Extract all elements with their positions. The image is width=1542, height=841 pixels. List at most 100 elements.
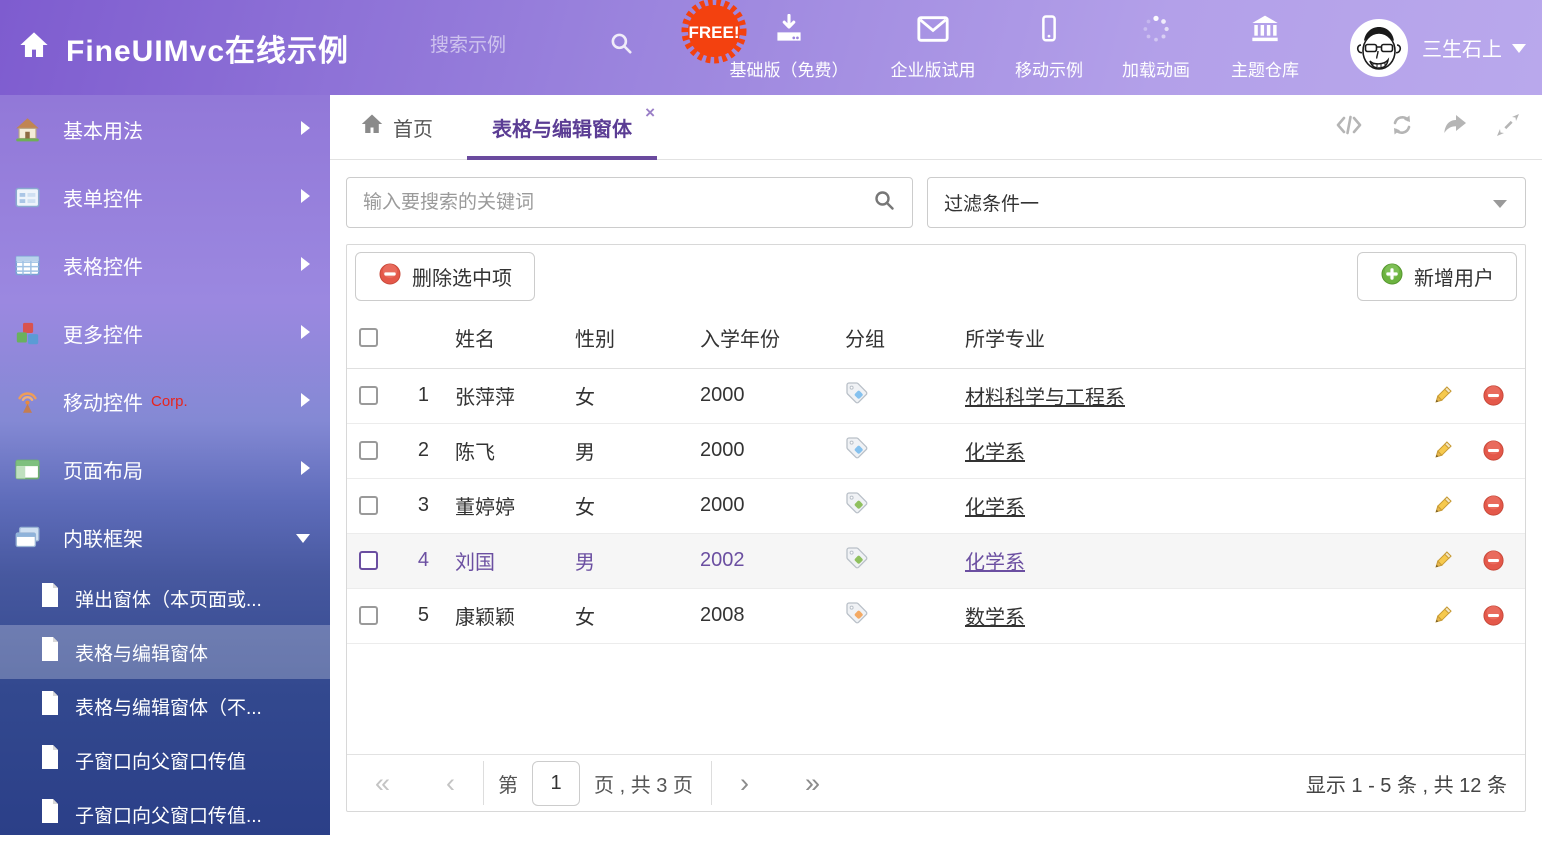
tab-grid-edit-window[interactable]: 表格与编辑窗体 × bbox=[467, 95, 657, 159]
plus-circle-icon bbox=[1380, 262, 1404, 292]
major-link[interactable]: 数学系 bbox=[965, 607, 1025, 629]
chevron-right-icon bbox=[301, 458, 310, 481]
add-user-label: 新增用户 bbox=[1414, 262, 1494, 291]
table-row[interactable]: 1 张萍萍 女 2000 材料科学与工程系 bbox=[347, 368, 1525, 423]
row-checkbox[interactable] bbox=[359, 551, 378, 570]
close-icon[interactable]: × bbox=[645, 104, 655, 121]
last-page-button[interactable]: » bbox=[805, 770, 820, 797]
edit-icon[interactable] bbox=[1431, 604, 1454, 627]
nav-mobile-demo[interactable]: 移动示例 bbox=[993, 14, 1105, 81]
sidebar-subitem-popup-window[interactable]: 弹出窗体（本页面或... bbox=[0, 571, 330, 625]
delete-row-icon[interactable] bbox=[1482, 494, 1505, 517]
major-link[interactable]: 化学系 bbox=[965, 552, 1025, 574]
sidebar-item-iframe[interactable]: 内联框架 bbox=[0, 503, 330, 571]
edit-icon[interactable] bbox=[1431, 439, 1454, 462]
major-link[interactable]: 化学系 bbox=[965, 442, 1025, 464]
major-link[interactable]: 化学系 bbox=[965, 497, 1025, 519]
table-row-selected[interactable]: 4 刘国 男 2002 化学系 bbox=[347, 533, 1525, 588]
edit-icon[interactable] bbox=[1431, 494, 1454, 517]
sidebar-item-more-controls[interactable]: 更多控件 bbox=[0, 299, 330, 367]
share-icon[interactable] bbox=[1442, 114, 1468, 141]
edit-icon[interactable] bbox=[1431, 384, 1454, 407]
table-header-row: 姓名 性别 入学年份 分组 所学专业 bbox=[347, 308, 1525, 368]
table-row[interactable]: 2 陈飞 男 2000 化学系 bbox=[347, 423, 1525, 478]
form-icon bbox=[14, 184, 41, 211]
column-header-major[interactable]: 所学专业 bbox=[950, 308, 1407, 368]
row-checkbox[interactable] bbox=[359, 441, 378, 460]
edit-icon[interactable] bbox=[1431, 549, 1454, 572]
major-link[interactable]: 材料科学与工程系 bbox=[965, 387, 1125, 409]
row-index: 1 bbox=[399, 368, 435, 423]
tab-home[interactable]: 首页 bbox=[348, 112, 445, 142]
minus-circle-icon bbox=[378, 262, 402, 292]
users-table: 姓名 性别 入学年份 分组 所学专业 1 张萍萍 女 2000 bbox=[347, 308, 1525, 644]
column-header-group[interactable]: 分组 bbox=[790, 308, 950, 368]
filter-dropdown[interactable]: 过滤条件一 bbox=[927, 177, 1526, 228]
sidebar-item-basic-usage[interactable]: 基本用法 bbox=[0, 95, 330, 163]
delete-row-icon[interactable] bbox=[1482, 549, 1505, 572]
sidebar-subitem-label: 表格与编辑窗体（不... bbox=[75, 693, 262, 720]
chevron-right-icon bbox=[301, 118, 310, 141]
row-checkbox[interactable] bbox=[359, 496, 378, 515]
header-search-input[interactable] bbox=[430, 35, 580, 57]
nav-enterprise-trial[interactable]: 企业版试用 bbox=[863, 14, 1003, 81]
divider bbox=[483, 761, 484, 805]
row-index: 2 bbox=[399, 423, 435, 478]
tab-active-label: 表格与编辑窗体 bbox=[492, 113, 632, 142]
search-icon[interactable] bbox=[608, 30, 634, 61]
first-page-button[interactable]: « bbox=[375, 770, 390, 797]
nav-theme-repo[interactable]: 主题仓库 bbox=[1210, 14, 1320, 81]
expand-icon[interactable] bbox=[1496, 113, 1520, 142]
column-header-gender[interactable]: 性别 bbox=[560, 308, 650, 368]
row-index: 4 bbox=[399, 533, 435, 588]
sidebar-item-label: 表单控件 bbox=[63, 183, 143, 212]
search-icon[interactable] bbox=[872, 188, 896, 217]
sidebar-item-label: 页面布局 bbox=[63, 455, 143, 484]
table-row[interactable]: 3 董婷婷 女 2000 化学系 bbox=[347, 478, 1525, 533]
next-page-button[interactable]: › bbox=[740, 770, 749, 797]
sidebar-item-label: 移动控件 bbox=[63, 387, 143, 416]
nav-basic-free[interactable]: 基础版（免费） bbox=[713, 14, 865, 81]
bank-icon bbox=[1249, 14, 1281, 49]
cell-year: 2000 bbox=[650, 478, 790, 533]
home-icon bbox=[18, 29, 50, 66]
frames-icon bbox=[14, 524, 41, 551]
delete-row-icon[interactable] bbox=[1482, 439, 1505, 462]
delete-row-icon[interactable] bbox=[1482, 604, 1505, 627]
sidebar-item-grid-controls[interactable]: 表格控件 bbox=[0, 231, 330, 299]
refresh-icon[interactable] bbox=[1390, 113, 1414, 142]
delete-selected-button[interactable]: 删除选中项 bbox=[355, 252, 535, 301]
keyword-search-input[interactable] bbox=[363, 192, 856, 214]
tag-icon bbox=[845, 498, 869, 520]
sidebar-item-page-layout[interactable]: 页面布局 bbox=[0, 435, 330, 503]
app-title: FineUIMvc在线示例 bbox=[66, 26, 349, 70]
sidebar-subitem-child-to-parent[interactable]: 子窗口向父窗口传值 bbox=[0, 733, 330, 787]
home-icon bbox=[360, 112, 384, 142]
sidebar-item-form-controls[interactable]: 表单控件 bbox=[0, 163, 330, 231]
sidebar-item-mobile-controls[interactable]: 移动控件 Corp. bbox=[0, 367, 330, 435]
sidebar: 基本用法 表单控件 表格控件 更多控件 bbox=[0, 95, 330, 835]
sidebar-subitem-child-to-parent-2[interactable]: 子窗口向父窗口传值... bbox=[0, 787, 330, 841]
sidebar-subitem-grid-edit-window-2[interactable]: 表格与编辑窗体（不... bbox=[0, 679, 330, 733]
filter-row: 过滤条件一 bbox=[330, 160, 1542, 238]
tag-icon bbox=[845, 443, 869, 465]
main-content: 首页 表格与编辑窗体 × bbox=[330, 95, 1542, 835]
prev-page-button[interactable]: ‹ bbox=[446, 770, 455, 797]
sidebar-subitem-grid-edit-window[interactable]: 表格与编辑窗体 bbox=[0, 625, 330, 679]
column-header-year[interactable]: 入学年份 bbox=[650, 308, 790, 368]
brand[interactable]: FineUIMvc在线示例 bbox=[18, 0, 349, 95]
row-checkbox[interactable] bbox=[359, 606, 378, 625]
cell-name: 董婷婷 bbox=[435, 478, 560, 533]
nav-loading-animation[interactable]: 加载动画 bbox=[1103, 14, 1209, 81]
code-icon[interactable] bbox=[1336, 114, 1362, 141]
user-menu[interactable]: 三生石上 bbox=[1350, 0, 1526, 95]
table-row[interactable]: 5 康颖颖 女 2008 数学系 bbox=[347, 588, 1525, 643]
column-header-name[interactable]: 姓名 bbox=[435, 308, 560, 368]
tab-home-label: 首页 bbox=[393, 113, 433, 142]
select-all-checkbox[interactable] bbox=[359, 328, 378, 347]
page-number-input[interactable] bbox=[532, 761, 580, 806]
row-checkbox[interactable] bbox=[359, 386, 378, 405]
cell-name: 康颖颖 bbox=[435, 588, 560, 643]
add-user-button[interactable]: 新增用户 bbox=[1357, 252, 1517, 301]
delete-row-icon[interactable] bbox=[1482, 384, 1505, 407]
